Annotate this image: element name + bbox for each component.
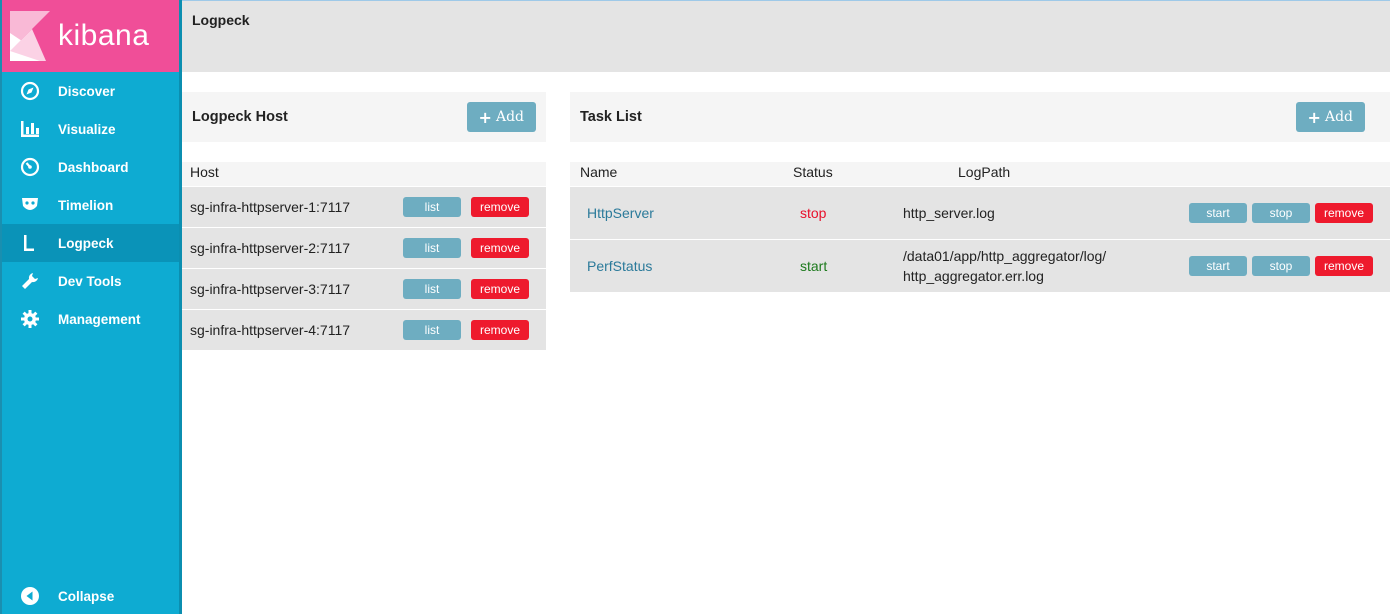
logpath-line: http_aggregator.err.log: [903, 268, 1044, 284]
hosts-table-header: Host: [182, 162, 546, 186]
remove-button[interactable]: remove: [1315, 256, 1373, 276]
compass-icon: [18, 81, 42, 101]
sidebar-item-label: Logpeck: [58, 235, 114, 251]
sidebar-item-label: Management: [58, 311, 141, 327]
column-header-logpath: LogPath: [958, 164, 1011, 180]
task-name-link[interactable]: HttpServer: [587, 205, 654, 221]
host-name: sg-infra-httpserver-2:7117: [190, 240, 351, 256]
list-button[interactable]: list: [403, 279, 461, 299]
list-button[interactable]: list: [403, 320, 461, 340]
host-name: sg-infra-httpserver-1:7117: [190, 199, 351, 215]
task-panel-title: Task List: [580, 109, 642, 125]
logpath-line: http_server.log: [903, 205, 995, 221]
task-status: stop: [800, 205, 827, 221]
column-header-host: Host: [190, 164, 219, 180]
page-title: Logpeck: [192, 12, 250, 28]
sidebar: kibana Discover Visualize Dashboard Time…: [0, 0, 182, 614]
sidebar-item-logpeck[interactable]: Logpeck: [2, 224, 182, 262]
sidebar-item-management[interactable]: Management: [2, 300, 182, 338]
remove-button[interactable]: remove: [471, 320, 529, 340]
sidebar-item-label: Dashboard: [58, 159, 129, 175]
sidebar-item-label: Visualize: [58, 121, 116, 137]
task-table-header: Name Status LogPath: [570, 162, 1390, 186]
remove-button[interactable]: remove: [1315, 203, 1373, 223]
bar-chart-icon: [18, 119, 42, 139]
sidebar-item-label: Dev Tools: [58, 273, 122, 289]
table-row: sg-infra-httpserver-2:7117 list remove: [182, 228, 546, 268]
table-row: PerfStatus start /data01/app/http_aggreg…: [570, 240, 1390, 292]
column-header-name: Name: [580, 164, 618, 180]
add-task-label: Add: [1324, 109, 1353, 125]
kibana-logo-icon: [10, 11, 50, 61]
table-row: sg-infra-httpserver-4:7117 list remove: [182, 310, 546, 350]
task-name-link[interactable]: PerfStatus: [587, 258, 652, 274]
hosts-panel-header: Logpeck Host + Add: [182, 92, 546, 142]
mask-icon: [18, 195, 42, 215]
table-row: HttpServer stop http_server.log start st…: [570, 187, 1390, 239]
host-name: sg-infra-httpserver-3:7117: [190, 281, 351, 297]
sidebar-item-timelion[interactable]: Timelion: [2, 186, 182, 224]
plus-icon: +: [478, 107, 492, 127]
list-button[interactable]: list: [403, 197, 461, 217]
task-logpath: /data01/app/http_aggregator/log/ http_ag…: [903, 246, 1106, 286]
start-button[interactable]: start: [1189, 256, 1247, 276]
task-status: start: [800, 258, 828, 274]
logpath-line: /data01/app/http_aggregator/log/: [903, 248, 1107, 264]
list-button[interactable]: list: [403, 238, 461, 258]
add-host-button[interactable]: + Add: [466, 102, 536, 132]
host-name: sg-infra-httpserver-4:7117: [190, 322, 351, 338]
add-task-button[interactable]: + Add: [1295, 102, 1365, 132]
column-header-status: Status: [793, 164, 833, 180]
collapse-label: Collapse: [58, 588, 115, 604]
stop-button[interactable]: stop: [1252, 256, 1310, 276]
gauge-icon: [18, 157, 42, 177]
collapse-button[interactable]: Collapse: [2, 578, 181, 614]
task-logpath: http_server.log: [903, 203, 995, 223]
collapse-icon: [18, 586, 42, 606]
sidebar-item-discover[interactable]: Discover: [2, 72, 182, 110]
logo-text: kibana: [58, 19, 150, 52]
remove-button[interactable]: remove: [471, 279, 529, 299]
kibana-logo[interactable]: kibana: [2, 0, 182, 72]
table-row: sg-infra-httpserver-3:7117 list remove: [182, 269, 546, 309]
plus-icon: +: [1307, 107, 1321, 127]
wrench-icon: [18, 271, 42, 291]
hosts-panel-title: Logpeck Host: [192, 109, 288, 125]
top-header: Logpeck: [182, 0, 1390, 72]
sidebar-item-label: Discover: [58, 83, 116, 99]
start-button[interactable]: start: [1189, 203, 1247, 223]
sidebar-item-dashboard[interactable]: Dashboard: [2, 148, 182, 186]
sidebar-nav: Discover Visualize Dashboard Timelion Lo…: [2, 72, 182, 338]
remove-button[interactable]: remove: [471, 197, 529, 217]
gear-icon: [18, 309, 42, 329]
sidebar-item-visualize[interactable]: Visualize: [2, 110, 182, 148]
l-letter-icon: [18, 233, 42, 253]
task-panel-header: Task List + Add: [570, 92, 1390, 142]
sidebar-item-dev-tools[interactable]: Dev Tools: [2, 262, 182, 300]
table-row: sg-infra-httpserver-1:7117 list remove: [182, 187, 546, 227]
stop-button[interactable]: stop: [1252, 203, 1310, 223]
add-host-label: Add: [495, 109, 524, 125]
remove-button[interactable]: remove: [471, 238, 529, 258]
sidebar-item-label: Timelion: [58, 197, 114, 213]
